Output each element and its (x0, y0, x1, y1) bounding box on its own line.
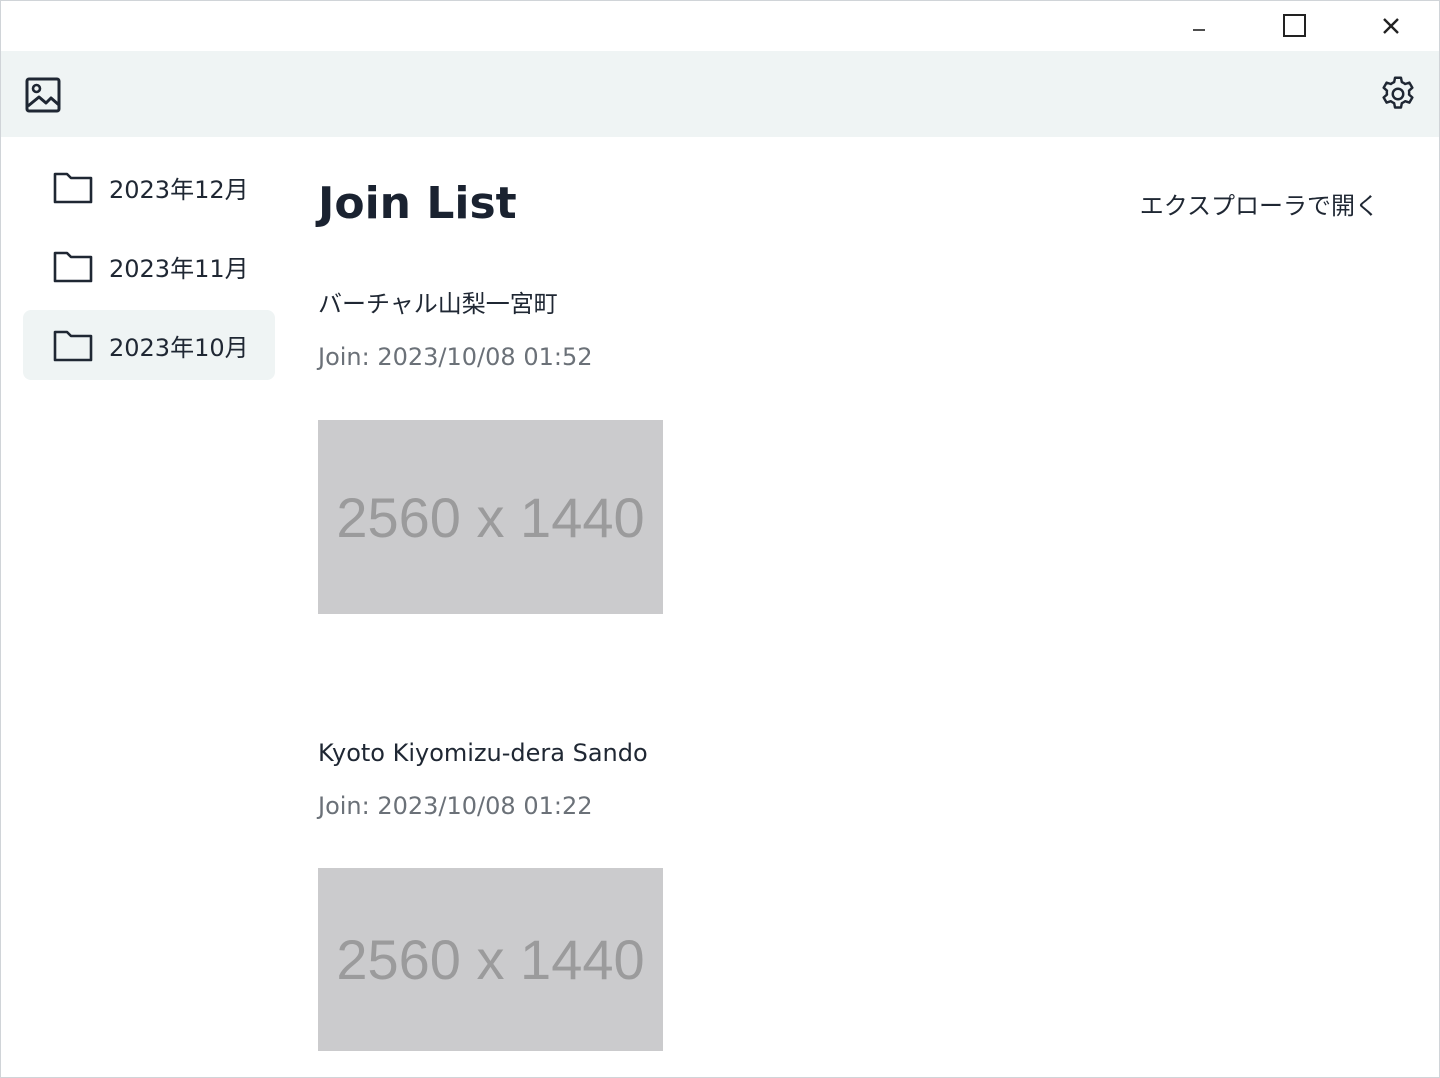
main-panel: Join List エクスプローラで開く バーチャル山梨一宮町 Join: 20… (318, 138, 1439, 1077)
list-item: Kyoto Kiyomizu-dera Sando Join: 2023/10/… (318, 737, 918, 821)
sidebar-item-label: 2023年10月 (109, 333, 249, 362)
minimize-icon (1193, 29, 1205, 31)
gear-icon[interactable] (1377, 73, 1419, 115)
thumbnail-image[interactable]: 2560 x 1440 (318, 868, 663, 1051)
thumbnail-placeholder-text: 2560 x 1440 (336, 928, 645, 991)
close-icon (1383, 18, 1399, 34)
app-header (1, 51, 1439, 137)
sidebar-item-label: 2023年12月 (109, 175, 249, 204)
page-title: Join List (318, 178, 517, 229)
join-time: Join: 2023/10/08 01:22 (318, 792, 593, 820)
sidebar: 2023年12月 2023年11月 2023年10月 (23, 152, 275, 389)
folder-icon (53, 251, 93, 283)
image-icon[interactable] (23, 75, 63, 115)
title-bar (1, 1, 1439, 51)
world-name: バーチャル山梨一宮町 (318, 290, 558, 318)
list-item: バーチャル山梨一宮町 Join: 2023/10/08 01:52 (318, 288, 918, 372)
maximize-button[interactable] (1247, 1, 1343, 51)
minimize-button[interactable] (1151, 1, 1247, 51)
app-window: 2023年12月 2023年11月 2023年10月 Join List エクス… (0, 0, 1440, 1078)
open-explorer-button[interactable]: エクスプローラで開く (1140, 186, 1379, 221)
maximize-icon (1283, 14, 1306, 37)
close-button[interactable] (1343, 1, 1439, 51)
thumbnail-placeholder-text: 2560 x 1440 (336, 485, 645, 549)
sidebar-item-label: 2023年11月 (109, 254, 249, 283)
thumbnail-image[interactable]: 2560 x 1440 (318, 420, 663, 614)
sidebar-item-2023-12[interactable]: 2023年12月 (23, 152, 275, 222)
folder-icon (53, 172, 93, 204)
sidebar-item-2023-11[interactable]: 2023年11月 (23, 231, 275, 301)
content-area: 2023年12月 2023年11月 2023年10月 Join List エクス… (1, 138, 1439, 1077)
world-name: Kyoto Kiyomizu-dera Sando (318, 739, 648, 767)
join-time: Join: 2023/10/08 01:52 (318, 343, 593, 371)
sidebar-item-2023-10[interactable]: 2023年10月 (23, 310, 275, 380)
folder-icon (53, 330, 93, 362)
